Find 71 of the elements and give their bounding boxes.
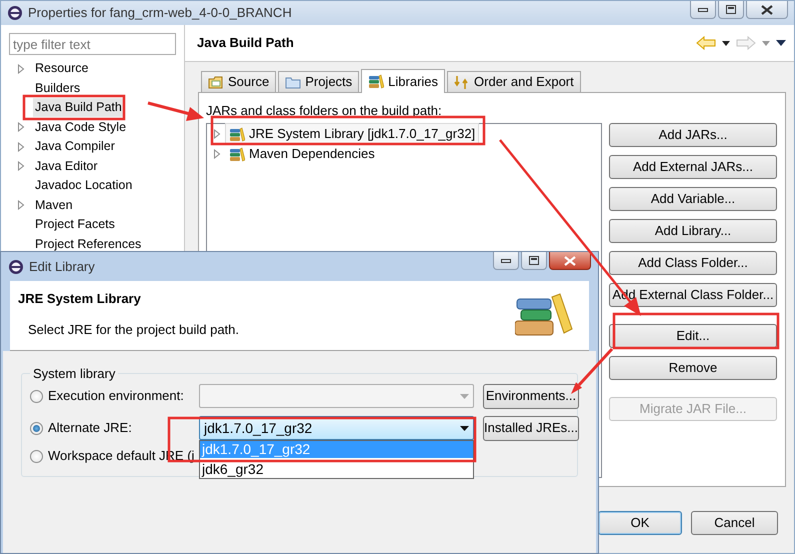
- group-title: System library: [32, 367, 116, 380]
- action-button[interactable]: Add Variable...: [609, 187, 777, 211]
- sidebar-item[interactable]: Java Build Path: [33, 98, 124, 118]
- package-folder-icon: [208, 74, 224, 90]
- radio-button[interactable]: [30, 390, 43, 402]
- close-icon: [564, 256, 576, 266]
- maximize-button[interactable]: [521, 252, 547, 270]
- action-button[interactable]: Add Class Folder...: [609, 251, 777, 275]
- minimize-button[interactable]: [493, 252, 519, 270]
- sidebar-item[interactable]: Javadoc Location: [33, 176, 134, 196]
- option-label: Alternate JRE:: [48, 419, 132, 438]
- close-button[interactable]: [746, 1, 788, 19]
- sidebar-item[interactable]: Java Code Style: [33, 118, 128, 137]
- expand-icon[interactable]: [17, 64, 25, 74]
- list-caption: JARs and class folders on the build path:: [206, 102, 443, 120]
- maximize-icon: [726, 5, 736, 14]
- sidebar-item[interactable]: Java Editor: [33, 156, 100, 176]
- books-icon: [368, 74, 384, 89]
- action-button[interactable]: Add External JARs...: [609, 155, 777, 179]
- action-button[interactable]: Edit...: [609, 324, 777, 348]
- sidebar-item[interactable]: Maven: [33, 196, 75, 215]
- page-title: Java Build Path: [197, 34, 294, 52]
- close-icon: [761, 4, 773, 14]
- dropdown-icon[interactable]: [722, 40, 730, 46]
- expand-icon[interactable]: [17, 200, 25, 210]
- tab[interactable]: Source: [201, 71, 276, 92]
- radio-button[interactable]: [30, 450, 43, 462]
- option-button[interactable]: Installed JREs...: [483, 416, 579, 440]
- expand-icon[interactable]: [17, 122, 25, 132]
- dropdown-icon[interactable]: [460, 426, 469, 430]
- radio-button[interactable]: [30, 422, 43, 434]
- expand-icon[interactable]: [17, 142, 25, 152]
- tab[interactable]: Projects: [278, 71, 360, 92]
- dialog-button[interactable]: Cancel: [691, 511, 778, 535]
- annotation-arrow: [148, 102, 204, 121]
- library-entry[interactable]: JRE System Library [jdk1.7.0_17_gr32]: [225, 123, 480, 145]
- dropdown-option[interactable]: jdk6_gr32: [200, 458, 473, 478]
- expand-icon[interactable]: [17, 161, 25, 172]
- sidebar-item[interactable]: Project References: [33, 234, 144, 254]
- minimize-icon: [501, 258, 511, 264]
- window-title: Properties for fang_crm-web_4-0-0_BRANCH: [28, 4, 292, 22]
- app-icon: [7, 5, 23, 21]
- dialog-heading: JRE System Library: [18, 290, 142, 308]
- library-icon: [229, 146, 245, 162]
- action-button[interactable]: Add JARs...: [609, 123, 777, 147]
- minimize-button[interactable]: [690, 1, 716, 19]
- minimize-icon: [698, 6, 708, 12]
- app-icon: [8, 258, 24, 274]
- option-button[interactable]: Environments...: [483, 384, 579, 408]
- view-menu-icon[interactable]: [776, 40, 786, 46]
- maximize-button[interactable]: [718, 1, 744, 19]
- dialog-title: Edit Library: [29, 258, 95, 276]
- dialog-description: Select JRE for the project build path.: [28, 320, 240, 339]
- option-label: Execution environment:: [48, 387, 184, 406]
- close-button[interactable]: [549, 252, 591, 270]
- action-button[interactable]: Add Library...: [609, 219, 777, 243]
- tab[interactable]: Libraries: [361, 69, 446, 93]
- back-icon[interactable]: [696, 36, 716, 50]
- sidebar-item[interactable]: Project Facets: [33, 215, 117, 234]
- action-button[interactable]: Remove: [609, 356, 777, 380]
- library-icon: [229, 126, 245, 142]
- filter-field[interactable]: type filter text: [9, 33, 176, 55]
- swap-arrows-icon: [454, 74, 470, 90]
- folder-icon: [285, 74, 302, 90]
- sidebar-item[interactable]: Resource: [33, 59, 90, 78]
- tab[interactable]: Order and Export: [447, 71, 581, 92]
- maximize-icon: [529, 256, 539, 265]
- sidebar-item[interactable]: Java Compiler: [33, 137, 117, 156]
- dialog-button[interactable]: OK: [598, 511, 682, 535]
- sidebar-item[interactable]: Builders: [33, 78, 82, 98]
- library-entry[interactable]: Maven Dependencies: [225, 143, 379, 165]
